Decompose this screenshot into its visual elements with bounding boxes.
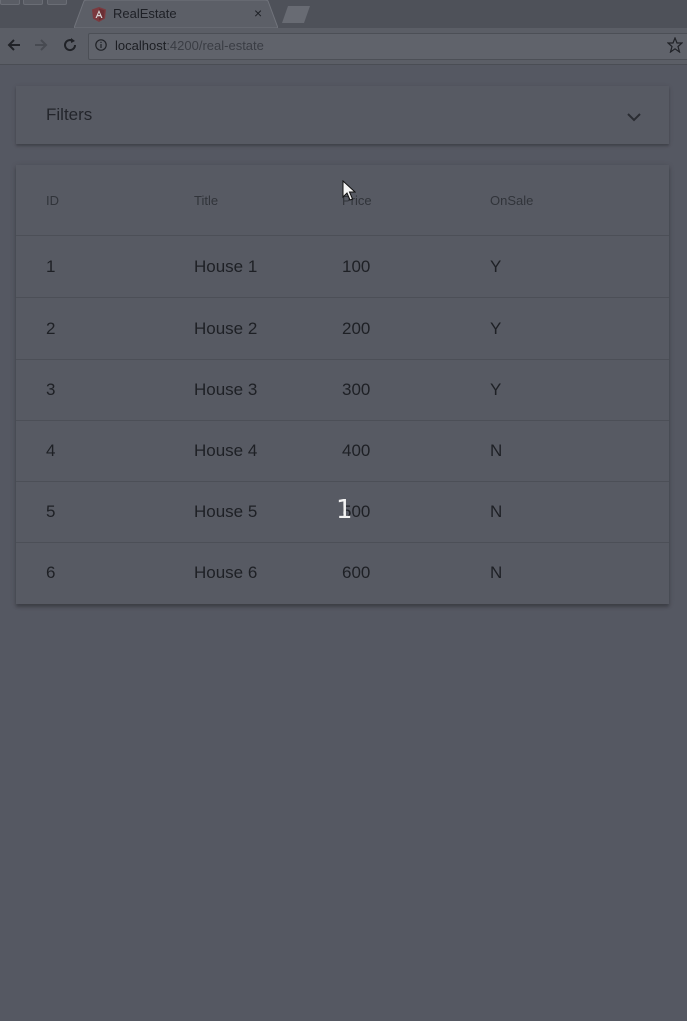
- info-icon[interactable]: [95, 39, 107, 51]
- cell-price: 400: [342, 441, 371, 460]
- cell-id: 2: [46, 319, 56, 338]
- cell-onsale: Y: [490, 257, 502, 276]
- column-header-title[interactable]: Title: [194, 193, 218, 208]
- cell-onsale: N: [490, 563, 503, 582]
- star-icon[interactable]: [667, 37, 683, 53]
- column-header-id[interactable]: ID: [46, 193, 59, 208]
- cell-id: 4: [46, 441, 56, 460]
- tab-close-icon[interactable]: ×: [254, 5, 262, 21]
- back-arrow-icon[interactable]: [5, 36, 23, 54]
- url-path: :4200/real-estate: [166, 38, 264, 53]
- mouse-cursor-icon: [342, 180, 356, 201]
- tab-title: RealEstate: [113, 6, 177, 21]
- url-text[interactable]: localhost:4200/real-estate: [115, 38, 264, 54]
- cell-id: 1: [46, 257, 56, 276]
- window-button[interactable]: [0, 0, 20, 5]
- cell-price: 200: [342, 319, 371, 338]
- angular-favicon-icon: [92, 7, 106, 22]
- table-row[interactable]: 4 House 4 400 N: [16, 420, 669, 482]
- filters-title: Filters: [46, 105, 93, 124]
- column-header-onsale[interactable]: OnSale: [490, 193, 533, 208]
- cell-onsale: N: [490, 502, 503, 521]
- cell-onsale: Y: [490, 319, 502, 338]
- window-button[interactable]: [23, 0, 43, 5]
- new-tab-button[interactable]: [282, 6, 310, 23]
- forward-arrow-icon[interactable]: [32, 36, 50, 54]
- url-host: localhost: [115, 38, 167, 53]
- filters-panel[interactable]: Filters: [16, 86, 669, 144]
- cell-id: 3: [46, 380, 56, 399]
- cell-title: House 6: [194, 563, 258, 582]
- cell-onsale: Y: [490, 380, 502, 399]
- table-row[interactable]: 1 House 1 100 Y: [16, 236, 669, 298]
- cell-title: House 2: [194, 319, 258, 338]
- cell-price: 600: [342, 563, 371, 582]
- reload-icon[interactable]: [61, 36, 79, 54]
- table-row[interactable]: 3 House 3 300 Y: [16, 359, 669, 421]
- cell-title: House 5: [194, 502, 258, 521]
- cell-title: House 1: [194, 257, 258, 276]
- cell-id: 5: [46, 502, 56, 521]
- table-row[interactable]: 2 House 2 200 Y: [16, 298, 669, 360]
- window-button[interactable]: [47, 0, 67, 5]
- chevron-down-icon[interactable]: [626, 111, 642, 123]
- cell-title: House 4: [194, 441, 258, 460]
- table-row[interactable]: 6 House 6 600 N: [16, 542, 669, 603]
- cell-title: House 3: [194, 380, 258, 399]
- cell-price: 300: [342, 380, 371, 399]
- cell-id: 6: [46, 563, 56, 582]
- overlay-step-number: 1: [336, 495, 353, 525]
- cell-price: 100: [342, 257, 371, 276]
- real-estate-table: ID Title Price OnSale 1 House 1 100 Y 2 …: [16, 165, 669, 604]
- cell-onsale: N: [490, 441, 503, 460]
